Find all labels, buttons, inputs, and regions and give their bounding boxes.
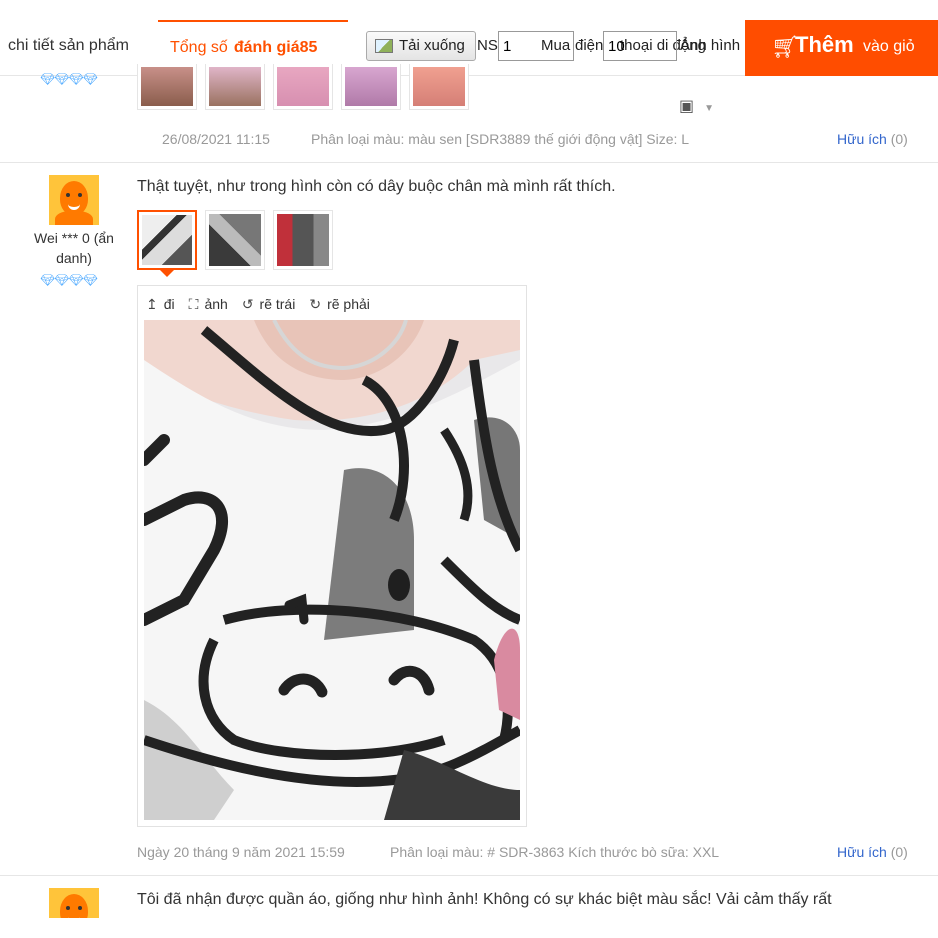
helpful-count: (0) bbox=[890, 844, 908, 860]
helpful-label: Hữu ích bbox=[837, 131, 887, 147]
review-divider bbox=[0, 162, 938, 163]
buy-label: Mua bbox=[541, 37, 571, 54]
fullscreen-icon: ⛶ bbox=[188, 295, 199, 312]
avatar bbox=[49, 175, 99, 225]
viewer-tool-rotate-left[interactable]: ↺ rẽ trái bbox=[242, 294, 296, 314]
viewer-tool-up[interactable]: ↥ đi bbox=[146, 294, 175, 314]
review-photo[interactable] bbox=[144, 320, 520, 820]
download-label: Tải xuống bbox=[399, 37, 465, 54]
review-variant: Phân loại màu: # SDR-3863 Kích thước bò … bbox=[390, 844, 720, 860]
review-thumbnail[interactable] bbox=[205, 210, 265, 270]
rank-diamonds: 💎︎💎︎💎︎💎︎ bbox=[40, 273, 98, 287]
review-text: Tôi đã nhận được quần áo, giống như hình… bbox=[137, 891, 832, 908]
review-thumbnail[interactable] bbox=[341, 64, 401, 110]
review-thumbnail[interactable] bbox=[409, 64, 469, 110]
review-thumbnail[interactable] bbox=[273, 210, 333, 270]
qr-code-icon[interactable]: ▣ ▼ bbox=[679, 96, 714, 116]
rotate-left-icon: ↺ bbox=[241, 295, 254, 312]
helpful-button[interactable]: Hữu ích (0) bbox=[837, 844, 908, 860]
review-text: Thật tuyệt, như trong hình còn có dây bu… bbox=[137, 178, 616, 195]
viewer-tool-label: rẽ trái bbox=[259, 296, 296, 312]
viewer-tool-fullscreen[interactable]: ⛶ ảnh bbox=[189, 294, 228, 314]
add-to-cart-label: Thêm bbox=[795, 32, 854, 57]
review-thumbnail[interactable] bbox=[205, 64, 265, 110]
page-bottom-edge bbox=[0, 918, 938, 938]
image-icon bbox=[375, 39, 393, 53]
add-to-cart-button[interactable]: 🛒︎ Thêm vào giỏ bbox=[745, 20, 938, 76]
review-date: 26/08/2021 11:15 bbox=[162, 131, 270, 147]
image-label: Ảnh hình bbox=[680, 37, 741, 54]
image-viewer: ↥ đi ⛶ ảnh ↺ rẽ trái ↻ rẽ phải bbox=[137, 285, 527, 827]
helpful-button[interactable]: Hữu ích (0) bbox=[837, 131, 908, 147]
helpful-count: (0) bbox=[890, 131, 908, 147]
review-thumbnails-prev bbox=[137, 64, 469, 110]
tab-reviews-label: Tổng số bbox=[170, 39, 228, 56]
download-button[interactable]: Tải xuống bbox=[366, 31, 476, 61]
review-thumbnail-selected[interactable] bbox=[137, 210, 197, 277]
quantity-input[interactable] bbox=[603, 31, 677, 61]
viewer-tool-label: đi bbox=[163, 296, 175, 312]
arrow-up-icon: ↥ bbox=[146, 295, 158, 312]
review-thumbnail[interactable] bbox=[273, 64, 333, 110]
ns-label: NS bbox=[477, 37, 498, 54]
tab-product-details[interactable]: chi tiết sản phẩm bbox=[8, 20, 129, 76]
reviewer-name: Wei *** 0 (ẩn danh) bbox=[34, 230, 114, 266]
phone-label-1: điện bbox=[575, 37, 604, 54]
tab-reviews-count: đánh giá85 bbox=[233, 39, 318, 56]
avatar bbox=[49, 888, 99, 918]
viewer-tool-rotate-right[interactable]: ↻ rẽ phải bbox=[309, 294, 370, 314]
image-viewer-toolbar: ↥ đi ⛶ ảnh ↺ rẽ trái ↻ rẽ phải bbox=[146, 294, 370, 314]
viewer-tool-label: rẽ phải bbox=[327, 296, 370, 312]
review-photo-image bbox=[144, 320, 520, 820]
rank-diamonds: 💎︎💎︎💎︎💎︎ bbox=[40, 72, 98, 86]
viewer-tool-label: ảnh bbox=[204, 296, 228, 312]
review-date: Ngày 20 tháng 9 năm 2021 15:59 bbox=[137, 844, 345, 860]
review-divider bbox=[0, 875, 938, 876]
helpful-label: Hữu ích bbox=[837, 844, 887, 860]
review-thumbnails bbox=[137, 210, 333, 277]
review-variant: Phân loại màu: màu sen [SDR3889 thế giới… bbox=[311, 131, 690, 147]
rotate-right-icon: ↻ bbox=[309, 295, 322, 312]
add-to-cart-sublabel: vào giỏ bbox=[863, 38, 915, 55]
review-thumbnail[interactable] bbox=[137, 64, 197, 110]
